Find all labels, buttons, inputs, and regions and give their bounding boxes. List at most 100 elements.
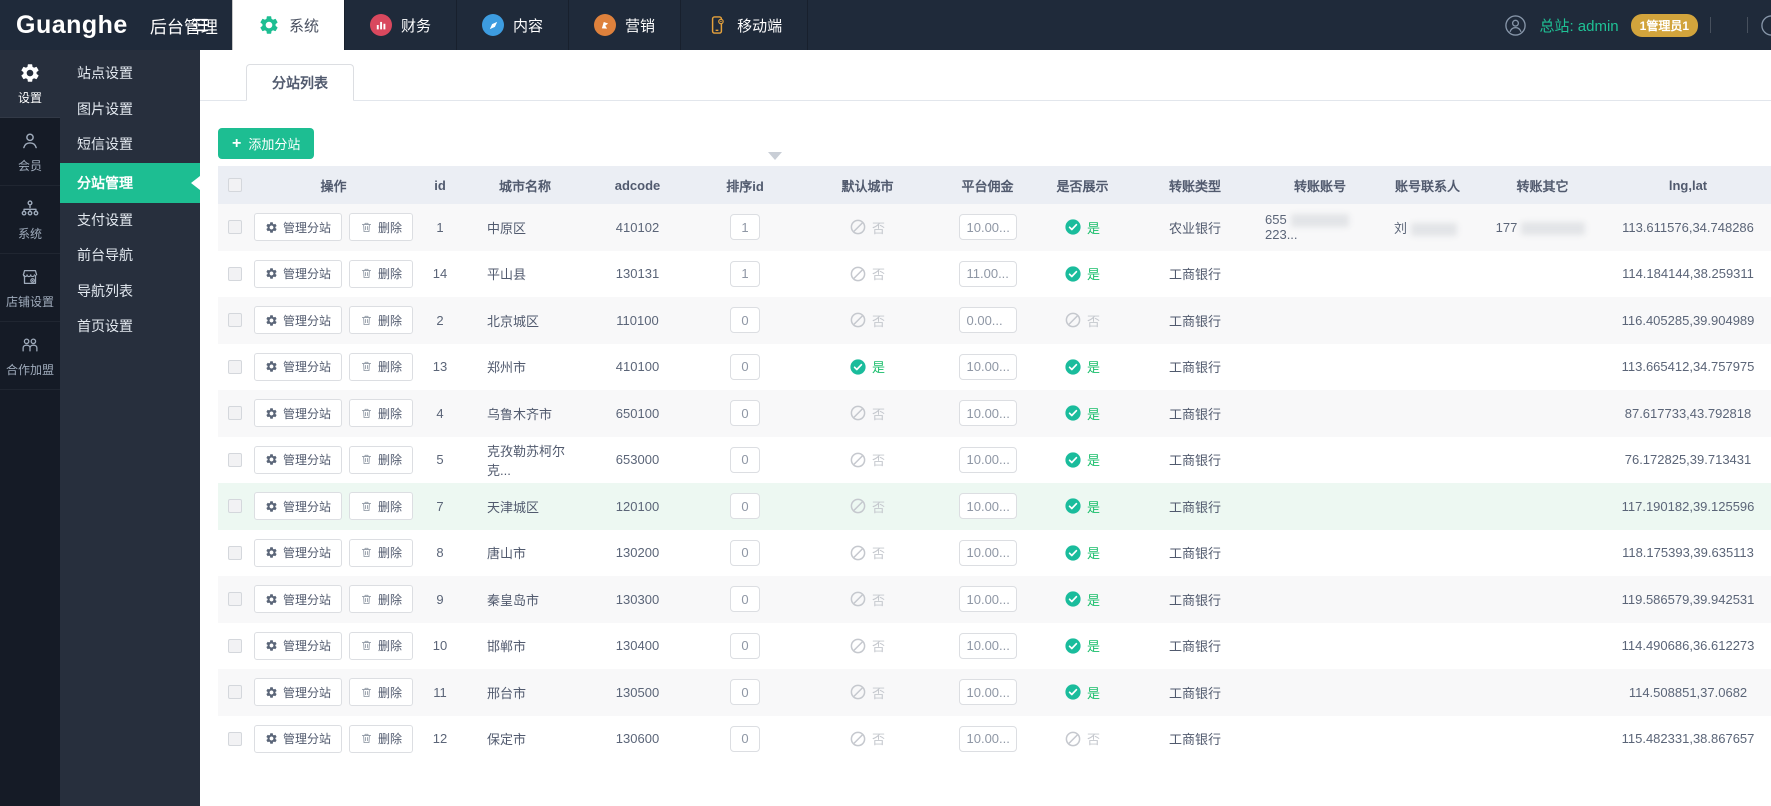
- sort-id-input[interactable]: [730, 586, 760, 613]
- commission-input[interactable]: [958, 586, 1017, 613]
- manage-branch-button[interactable]: 管理分站: [253, 538, 342, 567]
- delete-button[interactable]: 删除: [349, 259, 414, 288]
- manage-branch-button[interactable]: 管理分站: [253, 213, 342, 242]
- manage-branch-button[interactable]: 管理分站: [253, 445, 342, 474]
- sort-caret-icon[interactable]: [768, 152, 782, 167]
- delete-label: 删除: [378, 313, 403, 328]
- row-checkbox[interactable]: [228, 638, 242, 653]
- sort-id-input[interactable]: [730, 446, 760, 473]
- cell-show: 是: [1040, 530, 1125, 577]
- commission-input[interactable]: [958, 260, 1017, 287]
- row-checkbox[interactable]: [228, 545, 242, 560]
- delete-button[interactable]: 删除: [349, 585, 414, 614]
- manage-branch-button[interactable]: 管理分站: [253, 631, 342, 660]
- manage-branch-button[interactable]: 管理分站: [253, 724, 342, 753]
- submenu-item-2[interactable]: 短信设置: [60, 127, 200, 163]
- manage-branch-button[interactable]: 管理分站: [253, 678, 342, 707]
- sort-id-input[interactable]: [730, 679, 760, 706]
- submenu-item-5[interactable]: 前台导航: [60, 238, 200, 274]
- site-admin-label[interactable]: 总站: admin: [1539, 15, 1618, 36]
- submenu-item-7[interactable]: 首页设置: [60, 309, 200, 345]
- row-checkbox[interactable]: [228, 592, 242, 607]
- delete-button[interactable]: 删除: [349, 399, 414, 428]
- rail-item-partner[interactable]: 合作加盟: [0, 322, 60, 390]
- cell-other: [1480, 576, 1605, 623]
- add-branch-button[interactable]: + 添加分站: [218, 128, 315, 159]
- sort-id-input[interactable]: [730, 353, 760, 380]
- commission-input[interactable]: [958, 679, 1017, 706]
- sort-id-input[interactable]: [730, 539, 760, 566]
- sort-id-input[interactable]: [730, 400, 760, 427]
- rail-item-gear[interactable]: 设置: [0, 50, 60, 118]
- commission-input[interactable]: [958, 539, 1017, 566]
- delete-button[interactable]: 删除: [349, 352, 414, 381]
- masked-data: [1411, 222, 1457, 236]
- cell-city: 秦皇岛市: [487, 592, 540, 608]
- commission-input[interactable]: [958, 400, 1017, 427]
- manage-branch-button[interactable]: 管理分站: [253, 585, 342, 614]
- sort-id-input[interactable]: [730, 493, 760, 520]
- delete-button[interactable]: 删除: [349, 306, 414, 335]
- submenu-item-0[interactable]: 站点设置: [60, 56, 200, 92]
- commission-input[interactable]: [958, 307, 1017, 334]
- manage-branch-button[interactable]: 管理分站: [253, 306, 342, 335]
- nav-tab-system[interactable]: 系统: [232, 0, 345, 50]
- delete-button[interactable]: 删除: [349, 492, 414, 521]
- row-checkbox[interactable]: [228, 313, 242, 328]
- nav-tab-content[interactable]: 内容: [456, 0, 568, 50]
- manage-branch-button[interactable]: 管理分站: [253, 492, 342, 521]
- submenu-item-3[interactable]: 分站管理: [60, 162, 200, 203]
- manage-branch-button[interactable]: 管理分站: [253, 399, 342, 428]
- commission-input[interactable]: [958, 214, 1017, 241]
- nav-tab-mobile[interactable]: 移动端: [680, 0, 809, 50]
- submenu-item-1[interactable]: 图片设置: [60, 92, 200, 128]
- commission-input[interactable]: [958, 353, 1017, 380]
- delete-button[interactable]: 删除: [349, 724, 414, 753]
- delete-button[interactable]: 删除: [349, 538, 414, 567]
- sort-id-input[interactable]: [730, 214, 760, 241]
- row-checkbox[interactable]: [228, 499, 242, 514]
- commission-input[interactable]: [958, 493, 1017, 520]
- row-checkbox-cell: [218, 576, 252, 623]
- delete-button[interactable]: 删除: [349, 678, 414, 707]
- delete-label: 删除: [378, 499, 403, 514]
- sort-id-input[interactable]: [730, 725, 760, 752]
- delete-button[interactable]: 删除: [349, 631, 414, 660]
- nav-tab-marketing[interactable]: 营销: [568, 0, 680, 50]
- row-checkbox[interactable]: [228, 220, 242, 235]
- collapse-menu-icon[interactable]: [178, 0, 222, 50]
- nav-tab-label: 营销: [625, 17, 656, 35]
- manage-branch-button[interactable]: 管理分站: [253, 259, 342, 288]
- fullscreen-icon[interactable]: [1760, 14, 1771, 37]
- row-checkbox[interactable]: [228, 452, 242, 467]
- commission-input[interactable]: [958, 446, 1017, 473]
- row-checkbox[interactable]: [228, 266, 242, 281]
- cell-contact: [1375, 716, 1480, 763]
- gear-icon: [19, 62, 41, 84]
- submenu-item-4[interactable]: 支付设置: [60, 203, 200, 239]
- rail-item-person[interactable]: 会员: [0, 118, 60, 186]
- nav-tab-finance[interactable]: 财务: [344, 0, 456, 50]
- trash-icon: [360, 546, 373, 559]
- sort-id-input[interactable]: [730, 632, 760, 659]
- row-checkbox[interactable]: [228, 685, 242, 700]
- rail-item-sitemap[interactable]: 系统: [0, 186, 60, 254]
- sort-id-input[interactable]: [730, 307, 760, 334]
- delete-button[interactable]: 删除: [349, 445, 414, 474]
- tab-branch-list[interactable]: 分站列表: [246, 64, 354, 101]
- commission-input[interactable]: [958, 632, 1017, 659]
- rail-item-shop[interactable]: 店铺设置: [0, 254, 60, 322]
- sort-id-input[interactable]: [730, 260, 760, 287]
- cell-id: 8: [436, 545, 444, 561]
- cell-contact: 刘: [1375, 204, 1480, 251]
- commission-input[interactable]: [958, 725, 1017, 752]
- row-checkbox[interactable]: [228, 359, 242, 374]
- row-checkbox[interactable]: [228, 731, 242, 746]
- manage-branch-button[interactable]: 管理分站: [253, 352, 342, 381]
- delete-button[interactable]: 删除: [349, 213, 414, 242]
- row-checkbox[interactable]: [228, 406, 242, 421]
- submenu-item-6[interactable]: 导航列表: [60, 274, 200, 310]
- select-all-checkbox[interactable]: [228, 178, 242, 192]
- row-checkbox-cell: [218, 437, 252, 484]
- cell-adcode: 130131: [615, 266, 660, 282]
